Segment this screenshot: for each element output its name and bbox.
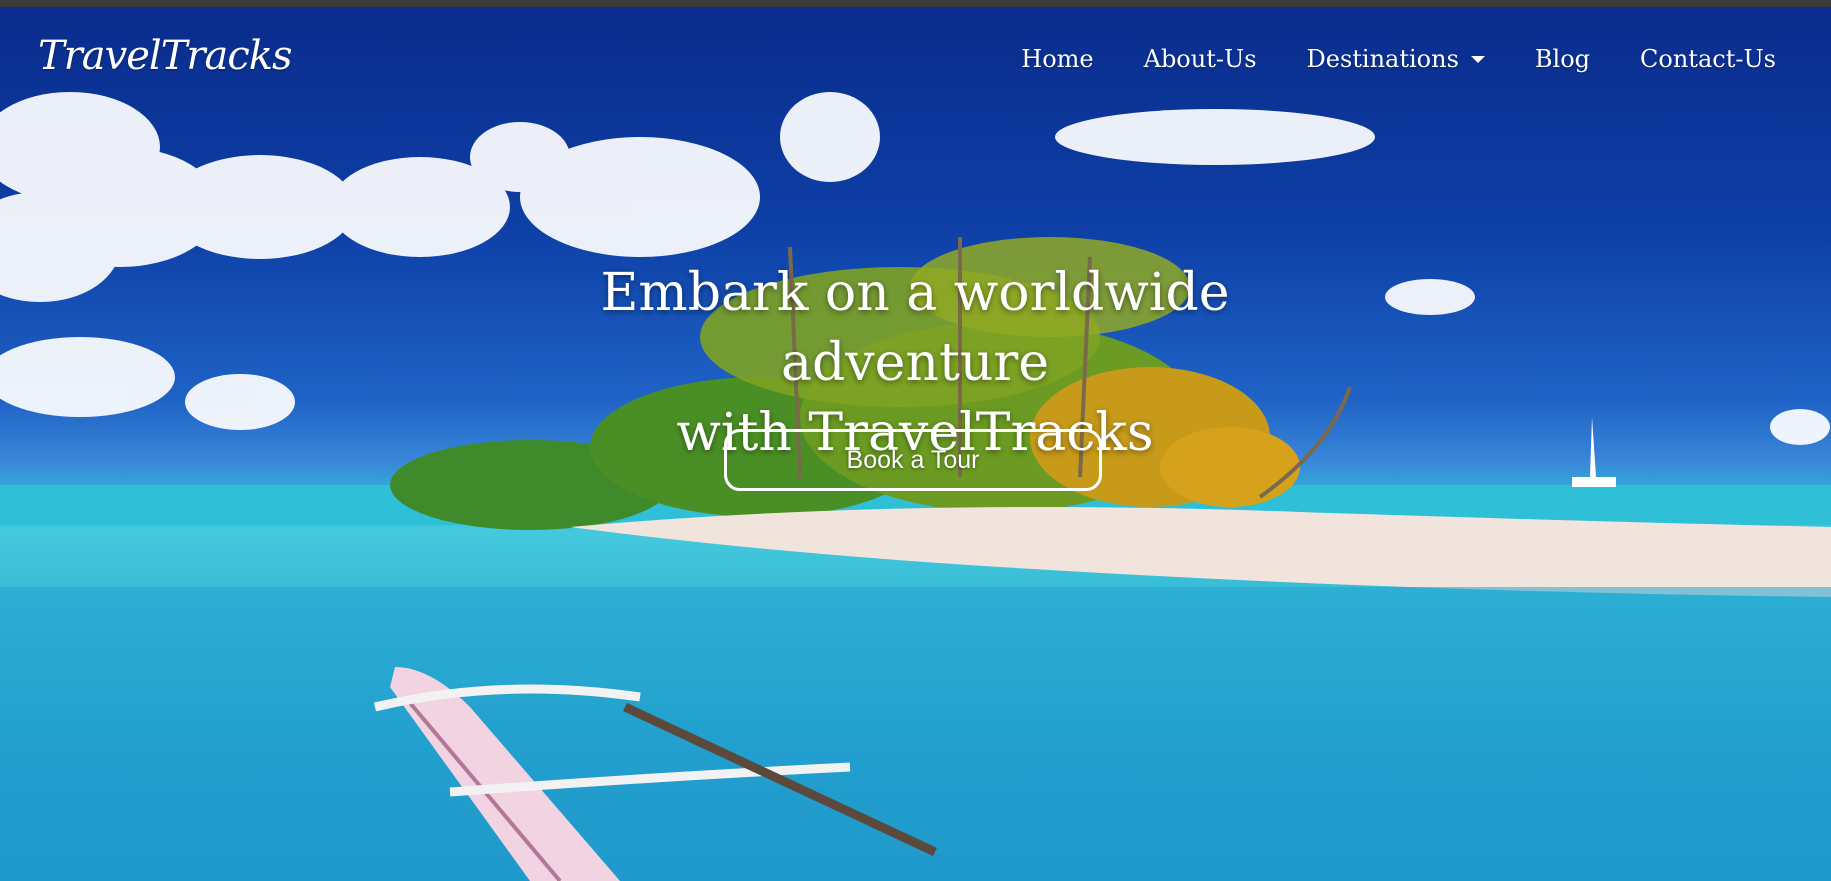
nav-label: About-Us — [1143, 45, 1257, 73]
nav-label: Contact-Us — [1640, 45, 1776, 73]
nav-label: Blog — [1534, 45, 1591, 73]
nav-item-home[interactable]: Home — [996, 39, 1118, 79]
caret-down-icon — [1470, 55, 1485, 63]
window-top-strip — [0, 0, 1831, 7]
nav-item-contact-us[interactable]: Contact-Us — [1615, 39, 1776, 79]
nav-item-blog[interactable]: Blog — [1510, 39, 1615, 79]
nav-item-about-us[interactable]: About-Us — [1119, 39, 1282, 79]
book-tour-button[interactable]: Book a Tour — [724, 429, 1102, 491]
nav-label: Destinations — [1306, 45, 1459, 73]
nav-item-destinations[interactable]: Destinations — [1282, 39, 1510, 79]
brand-logo[interactable]: TravelTracks — [38, 33, 293, 79]
navbar: TravelTracks Home About-Us Destinations … — [0, 7, 1831, 105]
nav-menu: Home About-Us Destinations Blog Contact-… — [996, 39, 1776, 79]
hero-headline-line1: Embark on a worldwide adventure — [600, 263, 1230, 393]
nav-label: Home — [1021, 45, 1094, 73]
